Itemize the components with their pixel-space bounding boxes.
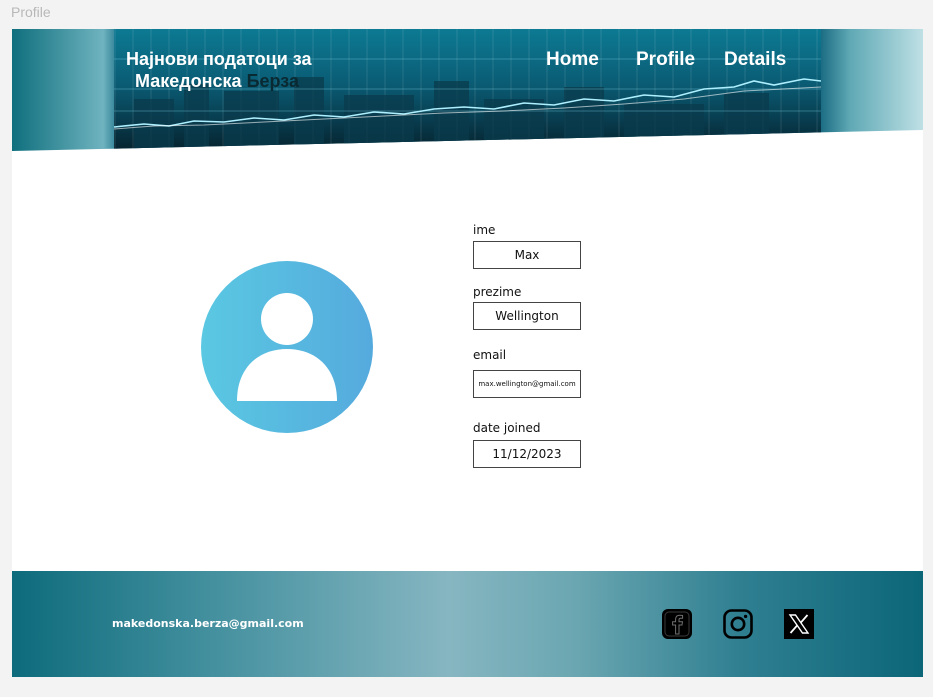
header-banner: Најнови податоци за Македонска Берза Hom… [12,29,923,151]
nav-details[interactable]: Details [724,49,786,71]
site-title: Најнови податоци за Македонска Берза [126,48,312,92]
date-joined-field[interactable]: 11/12/2023 [473,440,581,468]
site-title-macedonian: Македонска [135,71,242,91]
user-silhouette-icon [237,293,337,401]
site-title-line1: Најнови податоци за [126,49,312,69]
site-title-line2: Македонска Берза [126,70,312,92]
email-label: email [473,348,507,362]
profile-page: Најнови податоци за Македонска Берза Hom… [12,29,923,677]
last-name-field[interactable]: Wellington [473,302,581,330]
footer-email[interactable]: makedonska.berza@gmail.com [112,617,304,630]
nav-profile[interactable]: Profile [636,49,695,71]
x-icon[interactable] [784,609,814,639]
site-title-exchange: Берза [246,71,300,91]
instagram-icon[interactable] [723,609,753,639]
first-name-field[interactable]: Max [473,241,581,269]
frame-label: Profile [11,4,51,20]
email-field[interactable]: max.wellington@gmail.com [473,370,581,398]
last-name-label: prezime [473,285,522,299]
footer: makedonska.berza@gmail.com [12,571,923,677]
first-name-label: ime [473,223,496,237]
avatar [201,261,373,433]
date-joined-label: date joined [473,421,541,435]
nav-home[interactable]: Home [546,49,599,71]
facebook-icon[interactable] [662,609,692,639]
